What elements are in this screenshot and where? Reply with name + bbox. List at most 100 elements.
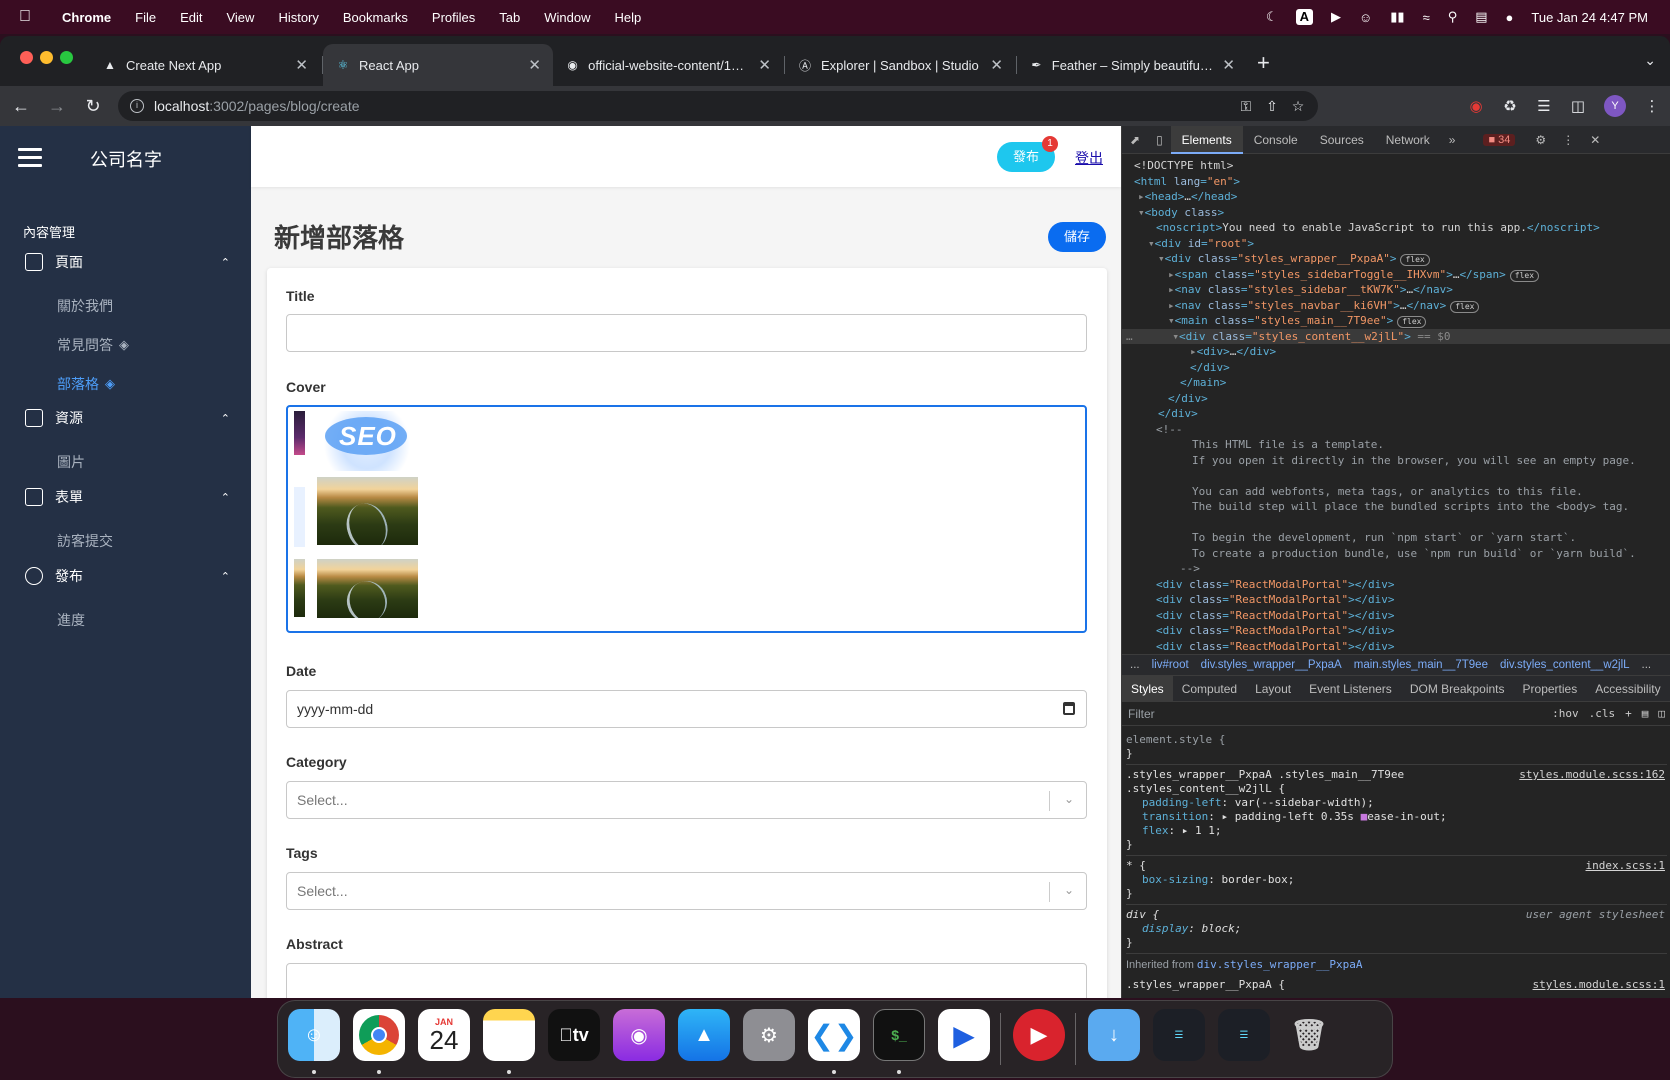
sidebar-item-faq[interactable]: 常見問答 ◈: [57, 335, 129, 355]
dom-node[interactable]: ▾<body class>: [1122, 205, 1670, 221]
youtube-music-icon[interactable]: ▶: [1013, 1009, 1065, 1061]
battery-icon[interactable]: ▮▮: [1390, 9, 1404, 25]
more-tabs-icon[interactable]: »: [1441, 133, 1464, 147]
sidebar-group-forms[interactable]: 表單 ⌃: [25, 487, 230, 507]
breadcrumb-item[interactable]: ...: [1642, 659, 1652, 671]
styles-filter-input[interactable]: Filter: [1128, 707, 1155, 721]
tab-feather[interactable]: ✒ Feather – Simply beautiful ope ✕: [1017, 44, 1247, 86]
flex-badge[interactable]: flex: [1397, 316, 1427, 328]
menu-profiles[interactable]: Profiles: [420, 10, 487, 25]
calendar-icon[interactable]: [1063, 702, 1075, 715]
system-preferences-icon[interactable]: ⚙: [743, 1009, 795, 1061]
dom-node[interactable]: ▾<main class="styles_main__7T9ee"> flex: [1122, 313, 1670, 329]
night-mode-icon[interactable]: ☾: [1266, 9, 1278, 25]
close-window-button[interactable]: [20, 51, 33, 64]
zoom-window-button[interactable]: [60, 51, 73, 64]
dom-node[interactable]: </div>: [1122, 391, 1670, 407]
subtab-dom-breakpoints[interactable]: DOM Breakpoints: [1401, 676, 1514, 702]
flex-badge[interactable]: flex: [1509, 269, 1540, 282]
style-rule[interactable]: * { box-sizing: border-box; } index.scss…: [1126, 856, 1667, 905]
subtab-accessibility[interactable]: Accessibility: [1586, 676, 1669, 702]
wifi-icon[interactable]: ≈: [1423, 10, 1430, 25]
side-panel-icon[interactable]: ◫: [1570, 97, 1586, 115]
cover-thumb-partial[interactable]: [294, 559, 305, 617]
vscode-window-thumbnail[interactable]: ☰: [1218, 1009, 1270, 1061]
tab-search-chevron-icon[interactable]: ⌄: [1644, 52, 1656, 69]
dom-node[interactable]: <noscript>You need to enable JavaScript …: [1122, 220, 1670, 236]
stylesheet-link[interactable]: index.scss:1: [1586, 859, 1665, 872]
back-arrow-icon[interactable]: ←: [10, 96, 32, 117]
breadcrumb-item[interactable]: div.styles_wrapper__PxpaA: [1201, 659, 1342, 671]
dom-node[interactable]: ▸<nav class="styles_sidebar__tKW7K">…</n…: [1122, 282, 1670, 298]
profile-avatar[interactable]: Y: [1604, 95, 1626, 117]
close-tab-icon[interactable]: ✕: [295, 56, 308, 74]
logout-link[interactable]: 登出: [1075, 148, 1103, 168]
key-icon[interactable]: ⚿: [1238, 98, 1254, 115]
style-rule[interactable]: .styles_wrapper__PxpaA { styles.module.s…: [1126, 975, 1667, 995]
app-store-icon[interactable]: ▲: [678, 1009, 730, 1061]
dom-node[interactable]: ▸<nav class="styles_navbar__ki6VH">…</na…: [1122, 298, 1670, 314]
cover-thumb-river[interactable]: [317, 477, 418, 545]
play-status-icon[interactable]: ▶: [1331, 9, 1341, 25]
flex-badge[interactable]: flex: [1400, 254, 1430, 266]
devtools-tab-network[interactable]: Network: [1375, 126, 1441, 154]
inspect-element-icon[interactable]: ⬈: [1122, 133, 1148, 147]
date-input[interactable]: yyyy-mm-dd: [286, 690, 1087, 728]
close-tab-icon[interactable]: ✕: [1222, 56, 1235, 74]
menu-help[interactable]: Help: [603, 10, 654, 25]
new-tab-icon[interactable]: +: [1257, 50, 1270, 76]
breadcrumb-item[interactable]: ...: [1130, 659, 1140, 671]
devtools-tab-elements[interactable]: Elements: [1170, 125, 1243, 154]
styles-pane[interactable]: element.style { } .styles_wrapper__PxpaA…: [1122, 726, 1670, 998]
menubar-clock[interactable]: Tue Jan 24 4:47 PM: [1531, 10, 1648, 25]
podcasts-icon[interactable]: ◉: [613, 1009, 665, 1061]
cover-image-picker[interactable]: SEO: [286, 405, 1087, 633]
sidebar-item-about[interactable]: 關於我們: [57, 296, 113, 316]
extensions-puzzle-icon[interactable]: ♻: [1502, 97, 1518, 115]
sidebar-group-resources[interactable]: 資源 ⌃: [25, 408, 230, 428]
close-tab-icon[interactable]: ✕: [758, 56, 771, 74]
cover-thumb-partial[interactable]: [294, 411, 305, 455]
dom-node[interactable]: </main>: [1122, 375, 1670, 391]
menu-window[interactable]: Window: [532, 10, 602, 25]
style-rule[interactable]: element.style { }: [1126, 730, 1667, 765]
new-rule-button[interactable]: +: [1625, 707, 1632, 720]
computed-sidebar-icon[interactable]: ◫: [1658, 707, 1665, 720]
apple-tv-icon[interactable]: tv: [548, 1009, 600, 1061]
bookmark-star-icon[interactable]: ☆: [1290, 98, 1306, 115]
dom-node[interactable]: <div class="ReactModalPortal"></div>: [1122, 577, 1670, 593]
device-toolbar-icon[interactable]: ▯: [1148, 133, 1171, 147]
extension-shield-icon[interactable]: ◉: [1468, 97, 1484, 115]
hover-state-toggle[interactable]: :hov: [1552, 707, 1579, 720]
style-rule[interactable]: .styles_wrapper__PxpaA .styles_main__7T9…: [1126, 765, 1667, 856]
devtools-menu-icon[interactable]: ⋮: [1554, 133, 1582, 147]
chrome-icon[interactable]: [353, 1009, 405, 1061]
trash-icon[interactable]: 🗑: [1283, 1009, 1335, 1061]
tab-github[interactable]: ◉ official-website-content/16745 ✕: [553, 44, 783, 86]
chrome-menu-icon[interactable]: ⋮: [1644, 97, 1660, 115]
stylesheet-link[interactable]: styles.module.scss:162: [1519, 768, 1665, 781]
menu-tab[interactable]: Tab: [487, 10, 532, 25]
forward-arrow-icon[interactable]: →: [46, 96, 68, 117]
category-select[interactable]: Select... ⌄: [286, 781, 1087, 819]
dom-node[interactable]: ▸<span class="styles_sidebarToggle__IHXv…: [1122, 267, 1670, 283]
finder-icon[interactable]: ☺: [288, 1009, 340, 1061]
sidebar-toggle-icon[interactable]: [18, 148, 42, 168]
dom-node[interactable]: ▾<div class="styles_wrapper__PxpaA"> flex: [1122, 251, 1670, 267]
save-button[interactable]: 儲存: [1048, 222, 1106, 252]
subtab-computed[interactable]: Computed: [1173, 676, 1246, 702]
close-devtools-icon[interactable]: ✕: [1582, 133, 1608, 147]
flex-badge[interactable]: flex: [1450, 300, 1480, 313]
devtools-tab-console[interactable]: Console: [1243, 126, 1309, 154]
share-icon[interactable]: ⇧: [1264, 98, 1280, 115]
input-source-icon[interactable]: A: [1295, 9, 1313, 25]
dom-node-selected[interactable]: … ▾<div class="styles_content__w2jlL"> =…: [1122, 328, 1670, 344]
notes-icon[interactable]: [483, 1009, 535, 1061]
title-input[interactable]: [286, 314, 1087, 352]
dom-tree[interactable]: <!DOCTYPE html> <html lang="en"> ▸<head>…: [1122, 154, 1670, 654]
subtab-properties[interactable]: Properties: [1514, 676, 1587, 702]
menu-edit[interactable]: Edit: [168, 10, 214, 25]
sidebar-group-publish[interactable]: 發布 ⌃: [25, 566, 230, 586]
tab-create-next-app[interactable]: ▲ Create Next App ✕: [90, 44, 320, 86]
subtab-event-listeners[interactable]: Event Listeners: [1300, 676, 1401, 702]
